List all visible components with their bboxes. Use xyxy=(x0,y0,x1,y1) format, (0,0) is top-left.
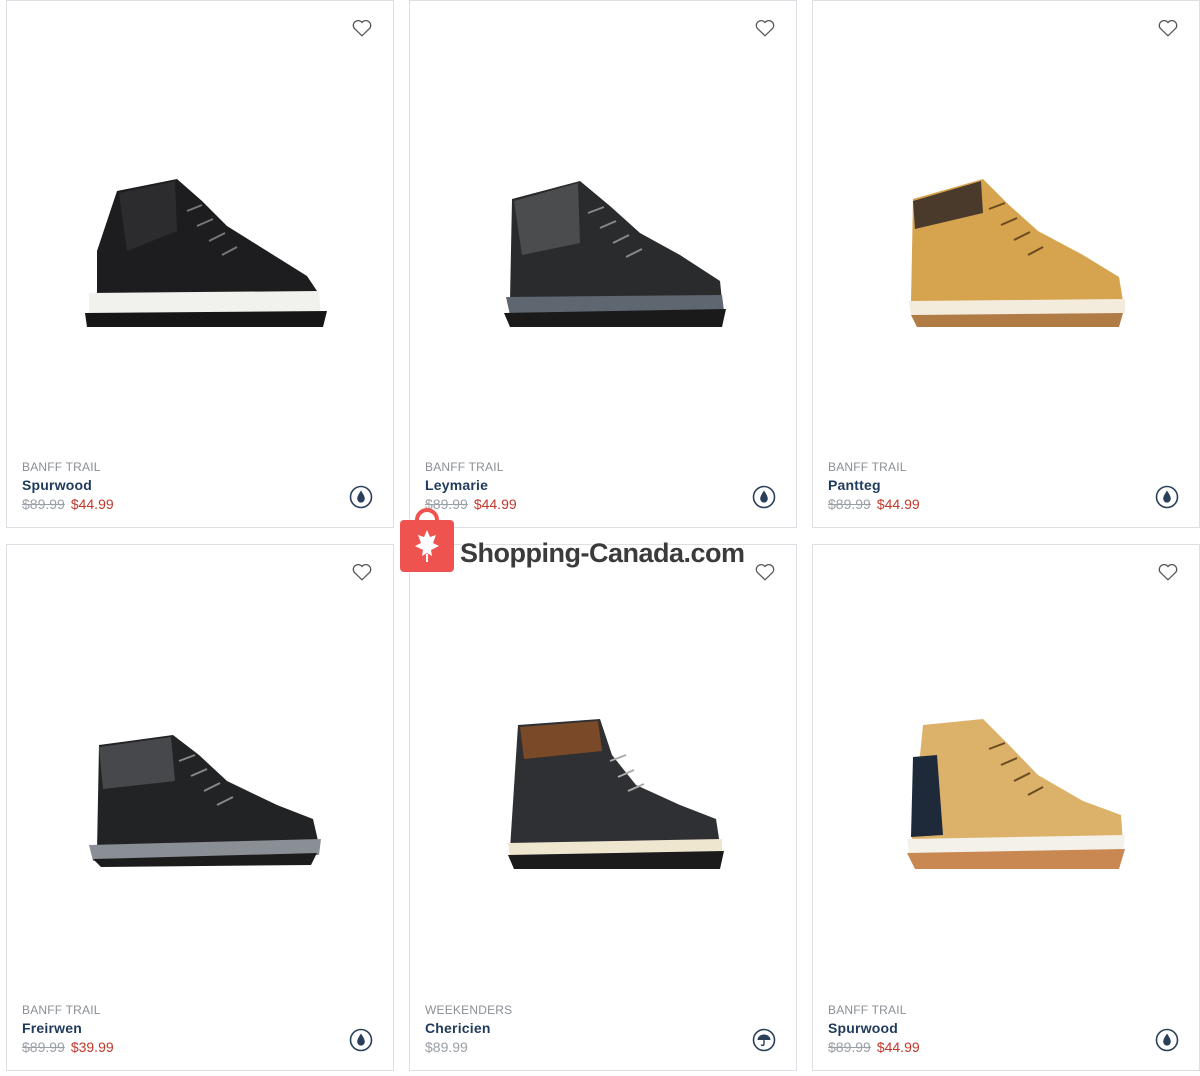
original-price: $89.99 xyxy=(22,1039,65,1055)
product-name[interactable]: Pantteg xyxy=(828,475,1139,495)
sale-price: $44.99 xyxy=(70,496,114,512)
product-name[interactable]: Freirwen xyxy=(22,1018,333,1038)
product-card[interactable]: BANFF TRAIL Pantteg $89.99 $44.99 xyxy=(812,0,1200,528)
heart-icon[interactable] xyxy=(351,17,373,39)
product-brand: WEEKENDERS xyxy=(425,1003,513,1017)
product-image[interactable] xyxy=(833,685,1181,925)
watermark: Shopping-Canada.com xyxy=(400,504,810,574)
product-card[interactable]: BANFF TRAIL Spurwood $89.99 $44.99 xyxy=(6,0,394,528)
product-brand: BANFF TRAIL xyxy=(22,1003,101,1017)
heart-icon[interactable] xyxy=(1157,17,1179,39)
sale-price: $44.99 xyxy=(876,496,920,512)
product-price: $89.99 $44.99 xyxy=(828,1038,1139,1056)
product-price: $89.99 $44.99 xyxy=(828,495,1139,513)
product-name[interactable]: Spurwood xyxy=(22,475,333,495)
product-brand: BANFF TRAIL xyxy=(22,460,101,474)
sale-price: $39.99 xyxy=(70,1039,114,1055)
water-resistant-icon xyxy=(1155,485,1179,509)
original-price: $89.99 xyxy=(22,496,65,512)
product-name[interactable]: Leymarie xyxy=(425,475,736,495)
sale-price: $44.99 xyxy=(876,1039,920,1055)
product-card[interactable]: BANFF TRAIL Spurwood $89.99 $44.99 xyxy=(812,544,1200,1071)
product-brand: BANFF TRAIL xyxy=(828,1003,907,1017)
product-name[interactable]: Spurwood xyxy=(828,1018,1139,1038)
product-brand: BANFF TRAIL xyxy=(425,460,504,474)
product-image[interactable] xyxy=(27,685,375,925)
original-price: $89.99 xyxy=(828,496,871,512)
water-resistant-icon xyxy=(349,485,373,509)
original-price: $89.99 xyxy=(828,1039,871,1055)
product-image[interactable] xyxy=(430,685,778,925)
maple-leaf-bag-icon xyxy=(400,508,454,572)
regular-price: $89.99 xyxy=(425,1039,468,1055)
product-name[interactable]: Chericien xyxy=(425,1018,736,1038)
water-resistant-icon xyxy=(1155,1028,1179,1052)
product-card[interactable]: WEEKENDERS Chericien $89.99 xyxy=(409,544,797,1071)
heart-icon[interactable] xyxy=(754,17,776,39)
product-price: $89.99 $39.99 xyxy=(22,1038,333,1056)
product-image[interactable] xyxy=(430,131,778,371)
product-brand: BANFF TRAIL xyxy=(828,460,907,474)
product-price: $89.99 xyxy=(425,1038,736,1056)
water-resistant-icon xyxy=(349,1028,373,1052)
heart-icon[interactable] xyxy=(351,561,373,583)
product-card[interactable]: BANFF TRAIL Leymarie $89.99 $44.99 xyxy=(409,0,797,528)
heart-icon[interactable] xyxy=(1157,561,1179,583)
umbrella-icon xyxy=(752,1028,776,1052)
product-card[interactable]: BANFF TRAIL Freirwen $89.99 $39.99 xyxy=(6,544,394,1071)
product-price: $89.99 $44.99 xyxy=(22,495,333,513)
product-image[interactable] xyxy=(27,131,375,371)
product-image[interactable] xyxy=(833,131,1181,371)
product-grid: BANFF TRAIL Spurwood $89.99 $44.99 BANFF … xyxy=(0,0,1200,1076)
watermark-text: Shopping-Canada.com xyxy=(460,538,745,568)
